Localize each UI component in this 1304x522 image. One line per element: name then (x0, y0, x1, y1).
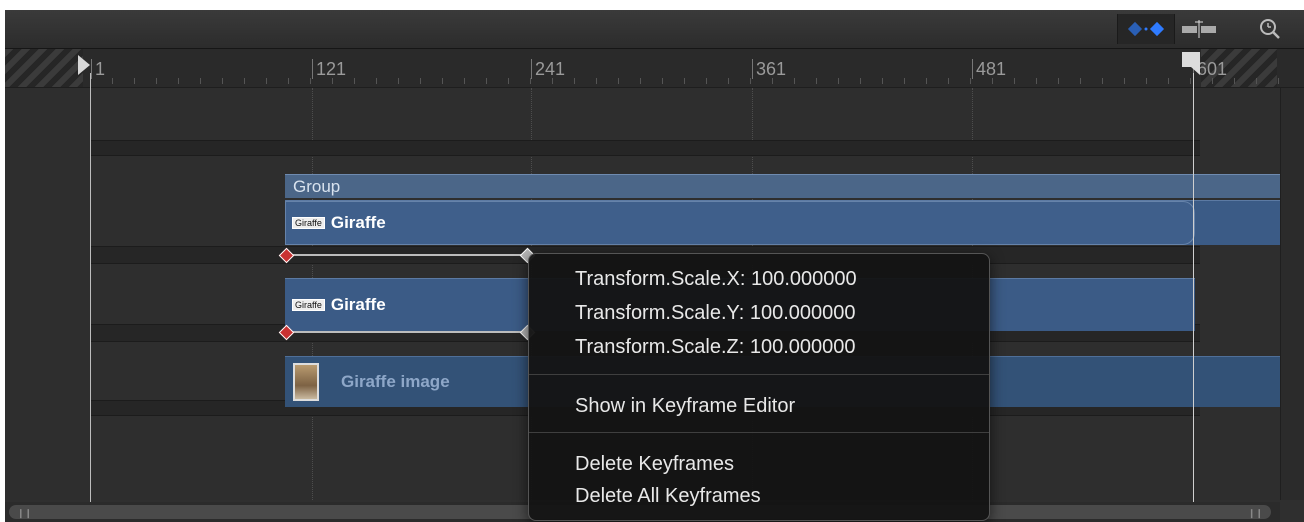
show-keyframes-button[interactable] (1117, 14, 1175, 44)
layer-thumbnail: Giraffe (292, 299, 325, 311)
image-label: Giraffe image (341, 372, 450, 391)
snapping-icon (1182, 20, 1216, 38)
layer-label: Giraffe (330, 295, 386, 314)
menu-item-scale-y[interactable]: Transform.Scale.Y: 100.000000 (575, 302, 856, 325)
keyframe-curve-line (289, 254, 529, 256)
menu-separator (529, 374, 989, 375)
vertical-scrollbar[interactable] (1280, 88, 1304, 500)
layer-thumbnail: Giraffe (292, 217, 325, 229)
zoom-button[interactable] (1250, 14, 1290, 44)
in-point-marker-icon[interactable] (77, 54, 91, 76)
scroll-grip-right-icon[interactable]: ❙❙ (1248, 508, 1263, 519)
menu-item-delete-all-keyframes[interactable]: Delete All Keyframes (575, 485, 761, 508)
ruler-tick-label: 241 (531, 59, 565, 79)
menu-item-scale-z[interactable]: Transform.Scale.Z: 100.000000 (575, 336, 856, 359)
menu-item-scale-x[interactable]: Transform.Scale.X: 100.000000 (575, 268, 857, 291)
timeline-toolbar (5, 10, 1304, 49)
pre-range-hatch (5, 49, 83, 87)
menu-separator (529, 432, 989, 433)
ruler-tick-label: 481 (972, 59, 1006, 79)
ruler-tick-label: 1 (91, 59, 105, 79)
zoom-icon (1260, 19, 1280, 39)
keyframe-context-menu: Transform.Scale.X: 100.000000 Transform.… (528, 253, 990, 521)
giraffe-layer-clip[interactable] (285, 201, 1195, 245)
timeline-ruler[interactable]: 1 121 241 361 481 601 (5, 49, 1304, 88)
menu-item-delete-keyframes[interactable]: Delete Keyframes (575, 453, 734, 476)
group-track[interactable]: Group (285, 174, 1285, 198)
snapping-button[interactable] (1175, 14, 1223, 44)
menu-item-show-in-keyframe-editor[interactable]: Show in Keyframe Editor (575, 395, 795, 418)
out-point-marker-icon[interactable] (1181, 51, 1201, 77)
track-lane (90, 140, 1200, 156)
keyframe-curve-line (289, 331, 529, 333)
scroll-grip-left-icon[interactable]: ❙❙ (17, 508, 32, 519)
ruler-tick-label: 121 (312, 59, 346, 79)
group-label: Group (293, 176, 341, 196)
giraffe-layer-track[interactable]: Giraffe Giraffe (285, 200, 1285, 245)
show-keyframes-icon (1127, 21, 1165, 37)
in-point-line (90, 73, 91, 503)
ruler-tick-label: 361 (752, 59, 786, 79)
out-point-line (1193, 73, 1194, 503)
timeline-window: 1 121 241 361 481 601 Group Giraffe Gira… (0, 0, 1304, 522)
ruler-minor-ticks (90, 78, 1284, 84)
image-thumbnail (293, 363, 319, 401)
layer-label: Giraffe (330, 213, 386, 232)
